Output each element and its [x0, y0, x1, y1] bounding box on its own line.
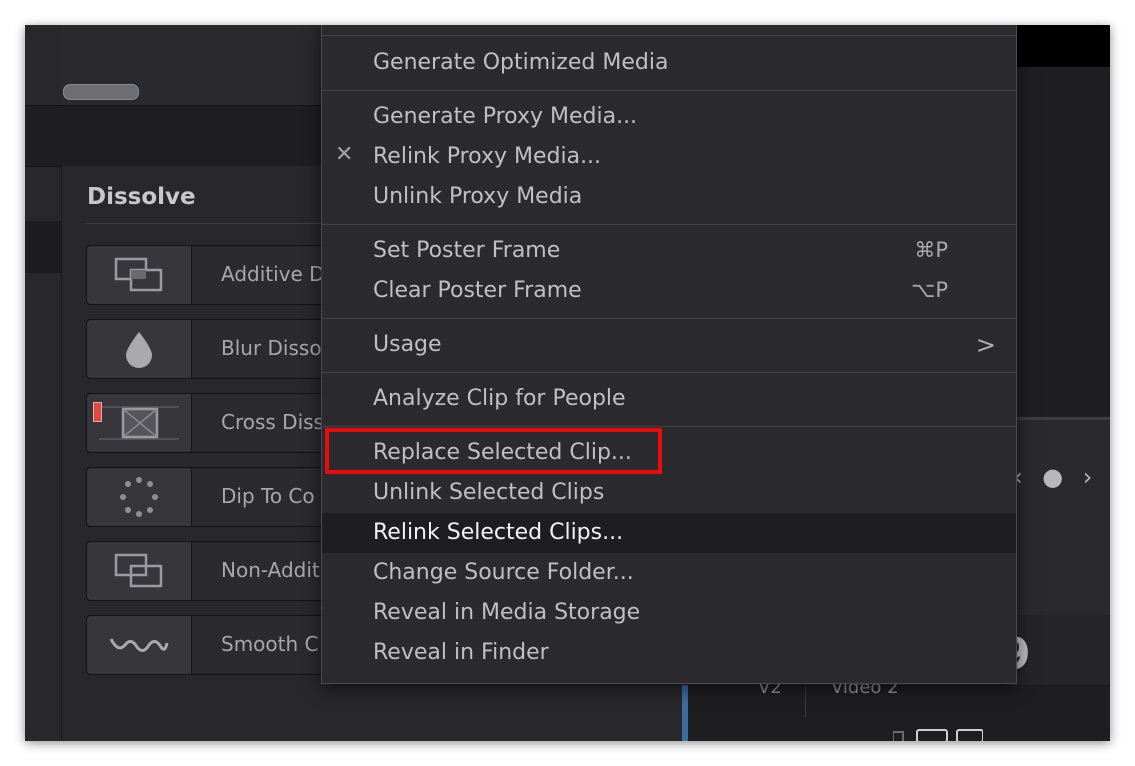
menu-item-label: Change Source Folder... [373, 560, 634, 585]
menu-item-unlink-selected-clips[interactable]: Unlink Selected Clips [322, 473, 1016, 513]
menu-item-generate-optimized-media[interactable]: Generate Optimized Media [322, 43, 1016, 83]
menu-item-label: Relink Proxy Media... [373, 144, 602, 169]
menu-separator [322, 90, 1016, 91]
menu-separator [322, 35, 1016, 36]
wave-icon [87, 616, 192, 674]
menu-item-analyze-clip-for-people[interactable]: Analyze Clip for People [322, 379, 1016, 419]
track-header-separator [805, 687, 806, 717]
menu-item-label: Generate Proxy Media... [373, 104, 638, 129]
effect-label: Non-Additi [221, 558, 326, 582]
horizontal-scrollbar[interactable] [63, 84, 139, 100]
menu-separator [322, 318, 1016, 319]
menu-item-set-poster-frame[interactable]: Set Poster Frame ⌘P [322, 231, 1016, 271]
menu-item-label: Usage [373, 332, 442, 357]
menu-separator [322, 224, 1016, 225]
chevron-right-icon: > [975, 331, 996, 359]
overlapping-rectangles-icon [87, 246, 192, 304]
menu-item-label: Reveal in Media Storage [373, 600, 641, 625]
menu-item-reveal-in-media-storage[interactable]: Reveal in Media Storage [322, 593, 1016, 633]
menu-item-usage[interactable]: Usage > [322, 325, 1016, 365]
menu-item-label: Generate Optimized Media [373, 50, 669, 75]
menu-item-unlink-proxy-media[interactable]: Unlink Proxy Media [322, 177, 1016, 217]
dotted-circle-icon [87, 468, 192, 526]
resolve-window: Dissolve Additive D Blur Disso Cross Dis… [25, 25, 1110, 741]
viewer-display [1015, 25, 1110, 67]
menu-separator [322, 372, 1016, 373]
droplet-icon [87, 320, 192, 378]
menu-item-reveal-in-finder[interactable]: Reveal in Finder [322, 633, 1016, 673]
cross-dissolve-icon [87, 394, 192, 452]
timeline-playhead-strip [682, 685, 688, 741]
menu-item-label: Reveal in Finder [373, 640, 549, 665]
overlapping-rectangles-icon [87, 542, 192, 600]
effect-label: Additive D [221, 262, 325, 286]
menu-item-label: Analyze Clip for People [373, 386, 626, 411]
playhead-navigation[interactable]: ‹ ● › [1013, 463, 1098, 491]
menu-item-relink-proxy-media[interactable]: ✕ Relink Proxy Media... [322, 137, 1016, 177]
track-controls [892, 727, 984, 741]
annotation-highlight-box [325, 428, 662, 474]
effect-label: Blur Disso [221, 336, 322, 360]
transport-area [1015, 420, 1110, 615]
toolbar-band [25, 105, 321, 167]
menu-item-clear-poster-frame[interactable]: Clear Poster Frame ⌥P [322, 271, 1016, 311]
menu-item-label: Relink Selected Clips... [373, 520, 624, 545]
keyboard-shortcut: ⌥P [911, 278, 948, 302]
effect-label: Smooth C [221, 632, 319, 656]
menu-item-change-source-folder[interactable]: Change Source Folder... [322, 553, 1016, 593]
sidebar-selected-item[interactable] [25, 221, 61, 273]
menu-item-label: Set Poster Frame [373, 238, 561, 263]
keyboard-shortcut: ⌘P [914, 238, 948, 262]
menu-item-generate-proxy-media[interactable]: Generate Proxy Media... [322, 97, 1016, 137]
close-icon: ✕ [335, 142, 354, 167]
menu-item-label: Unlink Proxy Media [373, 184, 583, 209]
clip-marker [93, 402, 102, 422]
menu-item-label: Clear Poster Frame [373, 278, 582, 303]
menu-separator [322, 426, 1016, 427]
effect-label: Cross Diss [221, 410, 324, 434]
clip-context-menu: Generate Optimized Media Generate Proxy … [321, 25, 1017, 684]
effect-label: Dip To Co [221, 484, 315, 508]
section-divider [86, 223, 346, 224]
dissolve-section-title: Dissolve [87, 184, 196, 210]
menu-item-label: Unlink Selected Clips [373, 480, 605, 505]
viewer-background [1015, 67, 1110, 417]
menu-item-relink-selected-clips[interactable]: Relink Selected Clips... [322, 513, 1016, 553]
